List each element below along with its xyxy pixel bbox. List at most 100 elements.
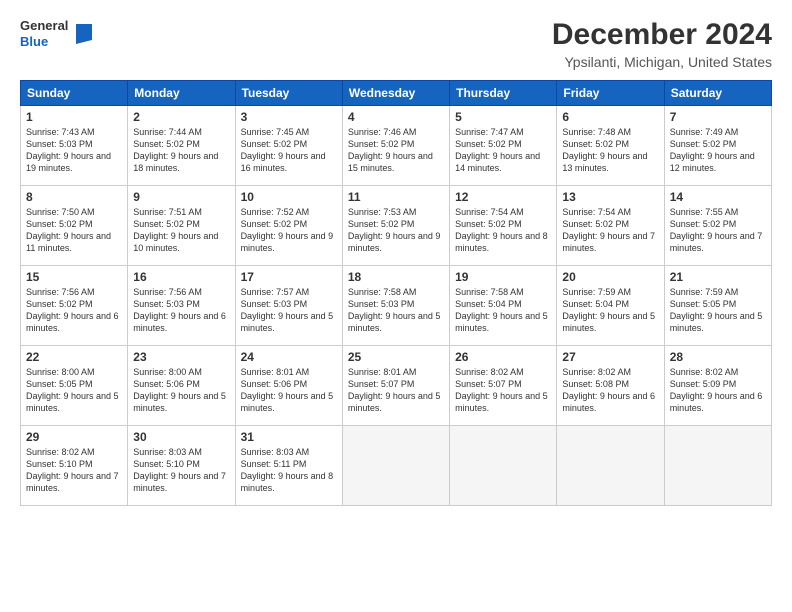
day-number: 17: [241, 270, 337, 284]
day-number: 20: [562, 270, 658, 284]
month-title: December 2024: [552, 18, 772, 52]
table-row: 9 Sunrise: 7:51 AMSunset: 5:02 PMDayligh…: [128, 186, 235, 266]
day-info: Sunrise: 7:48 AMSunset: 5:02 PMDaylight:…: [562, 127, 647, 173]
day-info: Sunrise: 8:02 AMSunset: 5:08 PMDaylight:…: [562, 367, 655, 413]
table-row: 17 Sunrise: 7:57 AMSunset: 5:03 PMDaylig…: [235, 266, 342, 346]
table-row: 5 Sunrise: 7:47 AMSunset: 5:02 PMDayligh…: [450, 106, 557, 186]
day-number: 24: [241, 350, 337, 364]
day-number: 29: [26, 430, 122, 444]
day-number: 9: [133, 190, 229, 204]
table-row: 18 Sunrise: 7:58 AMSunset: 5:03 PMDaylig…: [342, 266, 449, 346]
day-info: Sunrise: 7:50 AMSunset: 5:02 PMDaylight:…: [26, 207, 111, 253]
day-number: 27: [562, 350, 658, 364]
table-row: 12 Sunrise: 7:54 AMSunset: 5:02 PMDaylig…: [450, 186, 557, 266]
day-number: 21: [670, 270, 766, 284]
day-number: 1: [26, 110, 122, 124]
day-number: 25: [348, 350, 444, 364]
day-info: Sunrise: 8:02 AMSunset: 5:09 PMDaylight:…: [670, 367, 763, 413]
day-number: 16: [133, 270, 229, 284]
table-row: [664, 426, 771, 506]
day-info: Sunrise: 7:43 AMSunset: 5:03 PMDaylight:…: [26, 127, 111, 173]
day-number: 15: [26, 270, 122, 284]
table-row: 27 Sunrise: 8:02 AMSunset: 5:08 PMDaylig…: [557, 346, 664, 426]
day-info: Sunrise: 7:59 AMSunset: 5:04 PMDaylight:…: [562, 287, 655, 333]
table-row: 28 Sunrise: 8:02 AMSunset: 5:09 PMDaylig…: [664, 346, 771, 426]
day-info: Sunrise: 8:02 AMSunset: 5:10 PMDaylight:…: [26, 447, 119, 493]
table-row: 8 Sunrise: 7:50 AMSunset: 5:02 PMDayligh…: [21, 186, 128, 266]
table-row: 6 Sunrise: 7:48 AMSunset: 5:02 PMDayligh…: [557, 106, 664, 186]
calendar: Sunday Monday Tuesday Wednesday Thursday…: [20, 80, 772, 506]
day-info: Sunrise: 7:58 AMSunset: 5:04 PMDaylight:…: [455, 287, 548, 333]
table-row: 21 Sunrise: 7:59 AMSunset: 5:05 PMDaylig…: [664, 266, 771, 346]
table-row: 29 Sunrise: 8:02 AMSunset: 5:10 PMDaylig…: [21, 426, 128, 506]
day-info: Sunrise: 8:01 AMSunset: 5:06 PMDaylight:…: [241, 367, 334, 413]
table-row: 25 Sunrise: 8:01 AMSunset: 5:07 PMDaylig…: [342, 346, 449, 426]
day-number: 2: [133, 110, 229, 124]
table-row: 10 Sunrise: 7:52 AMSunset: 5:02 PMDaylig…: [235, 186, 342, 266]
day-number: 30: [133, 430, 229, 444]
logo-text: General Blue: [20, 18, 68, 49]
table-row: 11 Sunrise: 7:53 AMSunset: 5:02 PMDaylig…: [342, 186, 449, 266]
day-number: 6: [562, 110, 658, 124]
day-number: 10: [241, 190, 337, 204]
table-row: [450, 426, 557, 506]
table-row: [342, 426, 449, 506]
table-row: 2 Sunrise: 7:44 AMSunset: 5:02 PMDayligh…: [128, 106, 235, 186]
day-info: Sunrise: 7:51 AMSunset: 5:02 PMDaylight:…: [133, 207, 218, 253]
day-number: 4: [348, 110, 444, 124]
day-number: 11: [348, 190, 444, 204]
day-info: Sunrise: 8:02 AMSunset: 5:07 PMDaylight:…: [455, 367, 548, 413]
table-row: 26 Sunrise: 8:02 AMSunset: 5:07 PMDaylig…: [450, 346, 557, 426]
table-row: 4 Sunrise: 7:46 AMSunset: 5:02 PMDayligh…: [342, 106, 449, 186]
day-info: Sunrise: 8:03 AMSunset: 5:10 PMDaylight:…: [133, 447, 226, 493]
day-number: 23: [133, 350, 229, 364]
col-monday: Monday: [128, 81, 235, 106]
col-friday: Friday: [557, 81, 664, 106]
col-wednesday: Wednesday: [342, 81, 449, 106]
table-row: 23 Sunrise: 8:00 AMSunset: 5:06 PMDaylig…: [128, 346, 235, 426]
day-info: Sunrise: 7:55 AMSunset: 5:02 PMDaylight:…: [670, 207, 763, 253]
page: General Blue December 2024 Ypsilanti, Mi…: [0, 0, 792, 612]
table-row: 14 Sunrise: 7:55 AMSunset: 5:02 PMDaylig…: [664, 186, 771, 266]
table-row: [557, 426, 664, 506]
day-info: Sunrise: 7:52 AMSunset: 5:02 PMDaylight:…: [241, 207, 334, 253]
day-number: 31: [241, 430, 337, 444]
day-info: Sunrise: 7:56 AMSunset: 5:03 PMDaylight:…: [133, 287, 226, 333]
day-info: Sunrise: 7:54 AMSunset: 5:02 PMDaylight:…: [562, 207, 655, 253]
table-row: 30 Sunrise: 8:03 AMSunset: 5:10 PMDaylig…: [128, 426, 235, 506]
day-info: Sunrise: 7:45 AMSunset: 5:02 PMDaylight:…: [241, 127, 326, 173]
table-row: 19 Sunrise: 7:58 AMSunset: 5:04 PMDaylig…: [450, 266, 557, 346]
day-info: Sunrise: 8:00 AMSunset: 5:06 PMDaylight:…: [133, 367, 226, 413]
logo: General Blue: [20, 18, 96, 49]
day-number: 18: [348, 270, 444, 284]
day-number: 26: [455, 350, 551, 364]
day-number: 12: [455, 190, 551, 204]
day-info: Sunrise: 7:53 AMSunset: 5:02 PMDaylight:…: [348, 207, 441, 253]
table-row: 13 Sunrise: 7:54 AMSunset: 5:02 PMDaylig…: [557, 186, 664, 266]
day-info: Sunrise: 7:59 AMSunset: 5:05 PMDaylight:…: [670, 287, 763, 333]
day-info: Sunrise: 8:00 AMSunset: 5:05 PMDaylight:…: [26, 367, 119, 413]
day-number: 8: [26, 190, 122, 204]
day-info: Sunrise: 7:56 AMSunset: 5:02 PMDaylight:…: [26, 287, 119, 333]
day-number: 22: [26, 350, 122, 364]
table-row: 16 Sunrise: 7:56 AMSunset: 5:03 PMDaylig…: [128, 266, 235, 346]
day-number: 13: [562, 190, 658, 204]
logo-blue: Blue: [20, 34, 68, 50]
header: General Blue December 2024 Ypsilanti, Mi…: [20, 18, 772, 70]
col-thursday: Thursday: [450, 81, 557, 106]
col-saturday: Saturday: [664, 81, 771, 106]
day-info: Sunrise: 8:03 AMSunset: 5:11 PMDaylight:…: [241, 447, 334, 493]
table-row: 1 Sunrise: 7:43 AMSunset: 5:03 PMDayligh…: [21, 106, 128, 186]
day-number: 14: [670, 190, 766, 204]
logo-icon: [72, 20, 96, 48]
day-number: 28: [670, 350, 766, 364]
table-row: 20 Sunrise: 7:59 AMSunset: 5:04 PMDaylig…: [557, 266, 664, 346]
table-row: 31 Sunrise: 8:03 AMSunset: 5:11 PMDaylig…: [235, 426, 342, 506]
day-info: Sunrise: 7:44 AMSunset: 5:02 PMDaylight:…: [133, 127, 218, 173]
day-info: Sunrise: 7:47 AMSunset: 5:02 PMDaylight:…: [455, 127, 540, 173]
day-info: Sunrise: 7:54 AMSunset: 5:02 PMDaylight:…: [455, 207, 548, 253]
day-info: Sunrise: 7:46 AMSunset: 5:02 PMDaylight:…: [348, 127, 433, 173]
table-row: 15 Sunrise: 7:56 AMSunset: 5:02 PMDaylig…: [21, 266, 128, 346]
table-row: 24 Sunrise: 8:01 AMSunset: 5:06 PMDaylig…: [235, 346, 342, 426]
table-row: 3 Sunrise: 7:45 AMSunset: 5:02 PMDayligh…: [235, 106, 342, 186]
